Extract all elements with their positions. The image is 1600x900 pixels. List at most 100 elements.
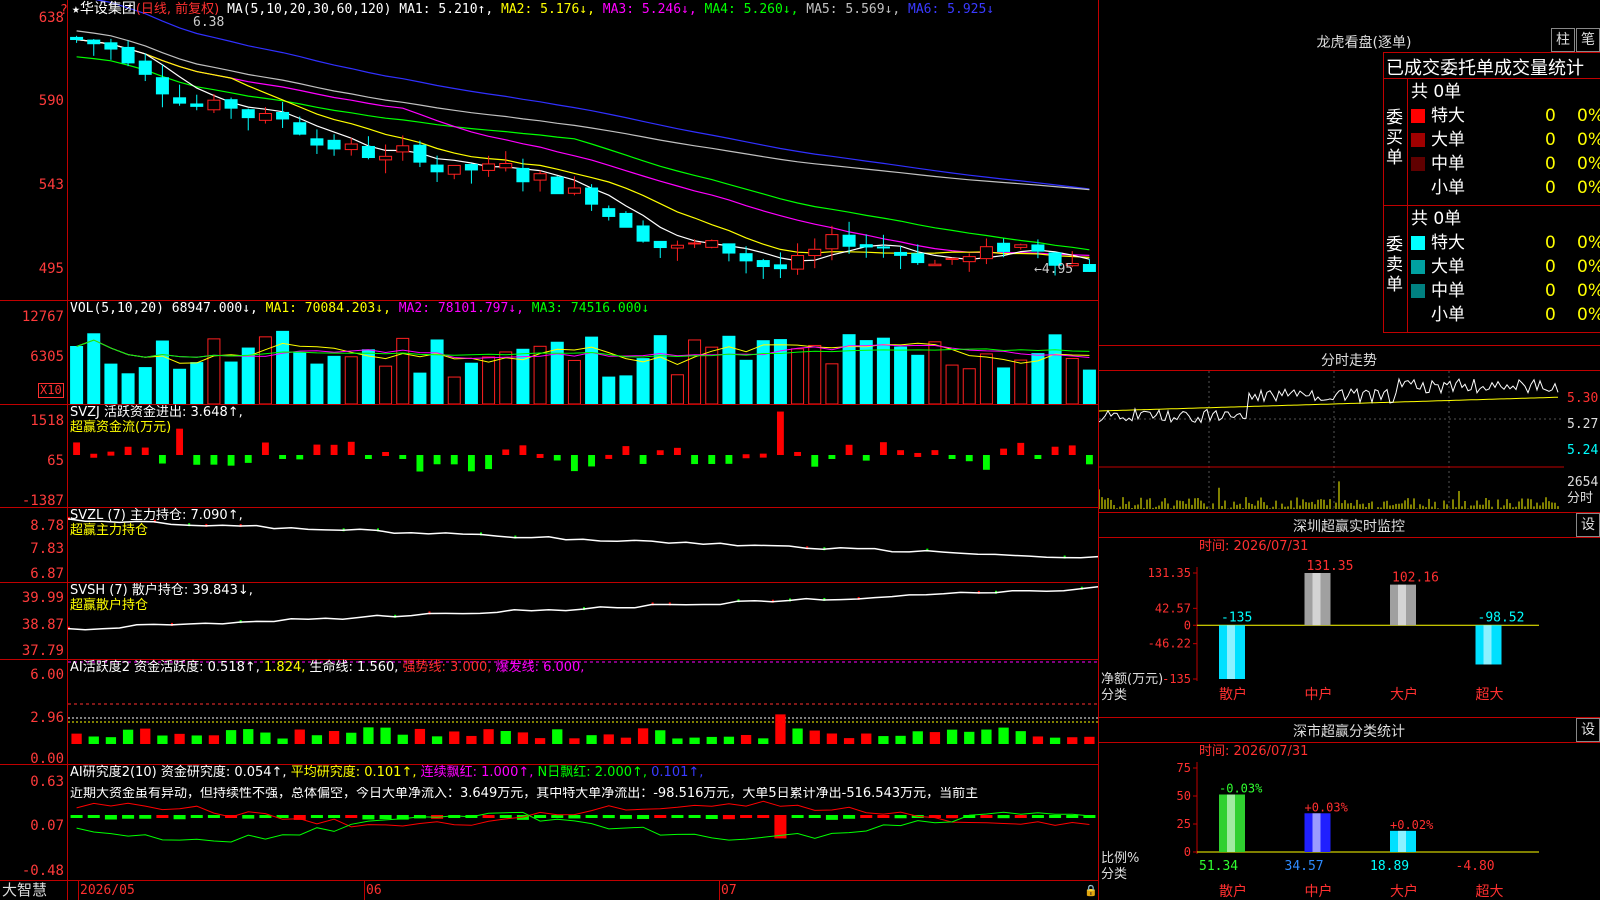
research-bar	[825, 815, 838, 820]
ai2-y-label: 0.07	[30, 818, 64, 834]
vol-unit-badge[interactable]: X10	[38, 383, 64, 398]
ma6-value: MA6: 5.925↓	[908, 2, 995, 17]
classify-stats-panel: 深市超赢分类统计 设 时间: 2026/07/31 75 50 25 0 散户 中户 大户超…	[1099, 718, 1600, 900]
kline-y-label: 543	[38, 177, 64, 193]
volume-chart[interactable]	[68, 301, 1098, 404]
candle-body	[1031, 244, 1045, 252]
candle-body	[876, 246, 890, 249]
ma1-value: MA1: 5.210↑,	[399, 2, 494, 17]
candle-body	[825, 234, 839, 250]
ai-activity-chart[interactable]	[68, 660, 1098, 764]
activity-bar	[569, 738, 580, 744]
research-bar	[87, 815, 100, 818]
volume-bar	[447, 376, 461, 404]
ai1-y-label: 6.00	[30, 667, 64, 683]
lock-icon[interactable]: 🔒	[1084, 884, 1098, 897]
activity-bar	[414, 728, 426, 744]
ai2-average: 平均研究度: 0.101↑,	[290, 765, 417, 780]
candle-body	[945, 257, 959, 260]
fund-flow-bar	[639, 455, 647, 464]
intraday-chart[interactable]	[1099, 371, 1564, 511]
research-bar	[877, 815, 890, 818]
candle-body	[842, 234, 856, 247]
kline-y-label: 590	[38, 93, 64, 109]
low-price-value: 4.95	[1041, 262, 1074, 277]
fund-flow-bar	[433, 455, 441, 465]
research-bar	[637, 815, 650, 819]
sell-row: 特大 0 0%	[1411, 231, 1600, 255]
research-bar	[705, 815, 718, 820]
intraday-panel[interactable]: 分时走势 5.30 5.27 5.24 2654 分时	[1099, 346, 1600, 512]
volume-bar	[688, 339, 702, 404]
main-chart-area[interactable]: ? ★华设集团(日线, 前复权) MA(5,10,20,30,60,120) M…	[0, 0, 1098, 900]
fund-flow-bar	[519, 445, 527, 455]
research-bar	[860, 815, 873, 818]
activity-bar	[534, 738, 546, 744]
research-bar	[379, 815, 392, 820]
classify-bar-chart[interactable]: 75 50 25 0 散户 中户 大户 超大 比例%分类 51.34 34.57 18.89 -4.80…	[1099, 718, 1600, 900]
buy-row-percent: 0%	[1577, 154, 1600, 174]
volume-bar	[1048, 334, 1062, 404]
category-value-label: 34.57	[1285, 859, 1324, 874]
sell-row-count: 0	[1545, 305, 1556, 325]
research-bar	[980, 815, 993, 818]
fund-flow-bar	[622, 446, 630, 455]
ai1-value2: 1.824,	[264, 660, 306, 675]
vol-header: VOL(5,10,20) 68947.000↓, MA1: 70084.203↓…	[70, 302, 649, 316]
research-bar	[122, 815, 135, 819]
candle-body	[396, 145, 410, 153]
buy-total: 共 0单	[1411, 82, 1462, 102]
research-bar	[139, 815, 152, 819]
realtime-monitor-panel: 深圳超赢实时监控 设 时间: 2026/07/31 131.35 42.57 0 -4…	[1099, 513, 1600, 717]
volume-bar	[945, 364, 959, 404]
candle-body	[550, 176, 564, 195]
sell-row-percent: 0%	[1577, 305, 1600, 325]
fund-flow-bar	[73, 442, 81, 455]
monitor-bar-chart[interactable]: 131.35 42.57 0 -46.22 -135 -135 散户 131.35 中户 102.…	[1099, 513, 1600, 717]
activity-bar	[740, 734, 752, 744]
favorite-star-icon[interactable]: ★	[72, 2, 80, 17]
candle-body	[1082, 264, 1096, 272]
candle-body	[138, 60, 152, 75]
y-tick-label: 0	[1184, 845, 1191, 859]
volume-bar	[207, 338, 221, 404]
axis-subtitle: 分类	[1101, 688, 1127, 703]
bar-view-button[interactable]: 柱	[1551, 28, 1575, 52]
buy-row: 小单 0 0%	[1411, 176, 1600, 200]
color-swatch	[1411, 181, 1425, 195]
color-swatch	[1411, 236, 1425, 250]
candle-body	[1014, 244, 1028, 248]
sell-row-name: 特大	[1431, 233, 1465, 253]
category-label: 中户	[1305, 686, 1333, 703]
date-tick	[78, 880, 79, 900]
buy-row-name: 中单	[1431, 154, 1465, 174]
category-value-label: -135	[1221, 610, 1252, 625]
activity-bar	[208, 735, 220, 744]
ai2-y-label: 0.63	[30, 774, 64, 790]
category-label: 超大	[1476, 884, 1504, 900]
sell-orders-label: 委卖单	[1386, 235, 1403, 295]
candle-body	[911, 253, 925, 264]
y-tick-label: 42.57	[1155, 601, 1191, 615]
fund-flow-bar	[1051, 446, 1059, 455]
research-bar	[722, 815, 735, 820]
y-tick-label: 50	[1177, 789, 1191, 803]
sell-row-name: 大单	[1431, 257, 1465, 277]
color-swatch	[1411, 157, 1425, 171]
candle-body	[602, 208, 616, 217]
research-bar	[1014, 815, 1027, 818]
fund-flow-bar	[502, 449, 510, 455]
fund-flow-bar	[828, 455, 836, 459]
candle-body	[224, 99, 238, 109]
stats-tab[interactable]: 已成交委托单成交量统计	[1386, 54, 1584, 80]
candle-body	[293, 122, 307, 135]
volume-bar	[293, 352, 307, 404]
volume-bar	[979, 353, 993, 404]
svzj-chart[interactable]	[68, 405, 1098, 507]
kline-chart[interactable]	[68, 0, 1098, 300]
volume-bar	[173, 368, 187, 404]
activity-bar	[758, 738, 769, 744]
tick-view-button[interactable]: 笔	[1576, 28, 1600, 52]
ai-research-chart[interactable]	[68, 765, 1098, 880]
candle-body	[670, 244, 684, 249]
